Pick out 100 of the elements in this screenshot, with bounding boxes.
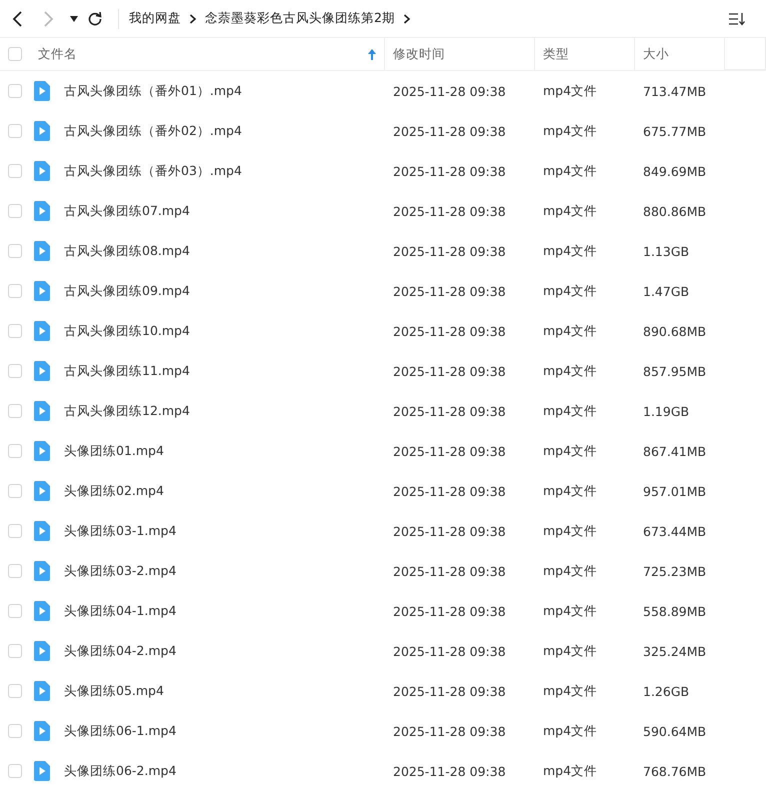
modified-time: 2025-11-28 09:38 [393,564,506,578]
row-checkbox[interactable] [8,204,22,218]
file-size: 880.86MB [643,204,706,218]
file-size: 857.95MB [643,364,706,378]
video-file-icon [34,481,50,501]
file-name[interactable]: 头像团练03-2.mp4 [64,562,176,580]
row-checkbox[interactable] [8,324,22,338]
chevron-icon [189,14,197,24]
chevron-icon [402,14,411,24]
file-name[interactable]: 古风头像团练09.mp4 [64,282,190,300]
row-checkbox[interactable] [8,164,22,178]
back-icon [12,10,24,26]
file-type: mp4文件 [543,642,598,660]
file-size: 590.64MB [643,724,706,738]
file-type: mp4文件 [543,362,598,380]
video-file-icon [34,401,50,421]
file-type: mp4文件 [543,722,598,740]
file-name[interactable]: 头像团练05.mp4 [64,682,164,700]
file-size: 849.69MB [643,164,706,178]
column-header[interactable]: 修改时间 [385,38,535,70]
file-name[interactable]: 头像团练06-1.mp4 [64,722,176,740]
row-checkbox[interactable] [8,124,22,138]
file-name[interactable]: 古风头像团练11.mp4 [64,362,190,380]
file-size: 675.77MB [643,124,706,138]
modified-time: 2025-11-28 09:38 [393,764,506,778]
modified-time: 2025-11-28 09:38 [393,284,506,298]
breadcrumb-item[interactable]: 念萘墨葵彩色古风头像团练第2期 [205,10,395,27]
sort-icon [728,12,746,26]
video-file-icon [34,361,50,381]
column-header[interactable]: 大小 [635,38,725,70]
video-file-icon [34,201,50,221]
file-type: mp4文件 [543,762,598,780]
video-file-icon [34,281,50,301]
file-name[interactable]: 头像团练01.mp4 [64,442,164,460]
video-file-icon [34,601,50,621]
video-file-icon [34,441,50,461]
row-checkbox[interactable] [8,84,22,98]
file-name[interactable]: 头像团练02.mp4 [64,482,164,500]
file-name[interactable]: 头像团练04-2.mp4 [64,642,176,660]
video-file-icon [34,761,50,781]
video-file-icon [34,641,50,661]
forward-icon [42,10,54,26]
select-all-checkbox[interactable] [8,47,22,61]
file-name[interactable]: 古风头像团练（番外01）.mp4 [64,82,242,100]
file-type: mp4文件 [543,682,598,700]
modified-time: 2025-11-28 09:38 [393,404,506,418]
file-name[interactable]: 古风头像团练（番外02）.mp4 [64,122,242,140]
file-name[interactable]: 古风头像团练08.mp4 [64,242,190,260]
file-size: 1.19GB [643,404,690,418]
video-file-icon [34,521,50,541]
file-type: mp4文件 [543,242,598,260]
file-name[interactable]: 古风头像团练07.mp4 [64,202,190,220]
file-size: 325.24MB [643,644,706,658]
file-type: mp4文件 [543,82,598,100]
row-checkbox[interactable] [8,484,22,498]
file-type: mp4文件 [543,522,598,540]
row-checkbox[interactable] [8,444,22,458]
row-checkbox[interactable] [8,404,22,418]
file-type: mp4文件 [543,482,598,500]
modified-time: 2025-11-28 09:38 [393,604,506,618]
file-size: 768.76MB [643,764,706,778]
file-size: 713.47MB [643,84,706,98]
file-name[interactable]: 古风头像团练（番外03）.mp4 [64,162,242,180]
video-file-icon [34,161,50,181]
column-header[interactable]: 文件名 [30,38,385,70]
modified-time: 2025-11-28 09:38 [393,724,506,738]
row-checkbox[interactable] [8,244,22,258]
video-file-icon [34,561,50,581]
row-checkbox[interactable] [8,644,22,658]
row-checkbox[interactable] [8,524,22,538]
file-type: mp4文件 [543,322,598,340]
file-name[interactable]: 古风头像团练12.mp4 [64,402,190,420]
file-size: 1.47GB [643,284,690,298]
row-checkbox[interactable] [8,764,22,778]
row-checkbox[interactable] [8,724,22,738]
row-checkbox[interactable] [8,284,22,298]
file-name[interactable]: 头像团练06-2.mp4 [64,762,176,780]
row-checkbox[interactable] [8,684,22,698]
row-checkbox[interactable] [8,604,22,618]
file-type: mp4文件 [543,162,598,180]
file-size: 673.44MB [643,524,706,538]
modified-time: 2025-11-28 09:38 [393,364,506,378]
file-type: mp4文件 [543,402,598,420]
modified-time: 2025-11-28 09:38 [393,84,506,98]
file-type: mp4文件 [543,442,598,460]
file-name[interactable]: 头像团练03-1.mp4 [64,522,176,540]
file-type: mp4文件 [543,122,598,140]
modified-time: 2025-11-28 09:38 [393,164,506,178]
row-checkbox[interactable] [8,564,22,578]
caret-icon [70,16,78,22]
row-checkbox[interactable] [8,364,22,378]
file-size: 558.89MB [643,604,706,618]
breadcrumb-item[interactable]: 我的网盘 [129,10,181,27]
column-header[interactable]: 类型 [535,38,635,70]
file-name[interactable]: 头像团练04-1.mp4 [64,602,176,620]
video-file-icon [34,241,50,261]
file-type: mp4文件 [543,282,598,300]
modified-time: 2025-11-28 09:38 [393,684,506,698]
file-size: 957.01MB [643,484,706,498]
file-name[interactable]: 古风头像团练10.mp4 [64,322,190,340]
